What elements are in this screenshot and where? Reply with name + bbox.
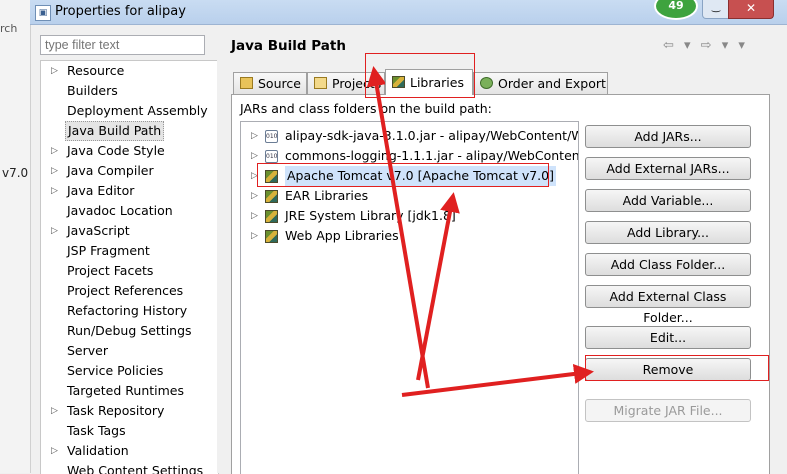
library-entry[interactable]: ▷ JRE System Library [jdk1.8] bbox=[241, 206, 578, 226]
tab-libraries[interactable]: Libraries bbox=[385, 69, 473, 95]
tab-libraries-label: Libraries bbox=[410, 75, 464, 90]
tab-order-and-export-label: Order and Export bbox=[498, 76, 606, 91]
library-entry-label: JRE System Library [jdk1.8] bbox=[285, 208, 456, 223]
expand-arrow-icon[interactable]: ▷ bbox=[251, 206, 258, 226]
library-entry-label: Apache Tomcat v7.0 [Apache Tomcat v7.0] bbox=[285, 166, 556, 186]
nav-item-label: Task Tags bbox=[67, 423, 126, 438]
nav-item-label: Server bbox=[67, 343, 108, 358]
close-button[interactable]: ✕ bbox=[728, 0, 774, 19]
library-icon bbox=[265, 190, 278, 203]
order-export-icon bbox=[480, 77, 493, 89]
library-entry[interactable]: ▷ 010 commons-logging-1.1.1.jar - alipay/W… bbox=[241, 146, 578, 166]
nav-item-label: Java Build Path bbox=[65, 121, 165, 141]
nav-item-label: Builders bbox=[67, 83, 118, 98]
edit-button[interactable]: Edit... bbox=[585, 326, 751, 349]
properties-window-icon: ▣ bbox=[35, 5, 51, 21]
nav-item-label: Java Editor bbox=[67, 183, 135, 198]
library-icon bbox=[265, 210, 278, 223]
nav-item-label: Refactoring History bbox=[67, 303, 188, 318]
expand-arrow-icon[interactable]: ▷ bbox=[251, 226, 258, 246]
projects-folder-icon bbox=[314, 77, 327, 89]
expand-arrow-icon[interactable]: ▷ bbox=[51, 61, 61, 81]
nav-item-label: Targeted Runtimes bbox=[67, 383, 184, 398]
add-variable-button[interactable]: Add Variable... bbox=[585, 189, 751, 212]
library-icon bbox=[265, 170, 278, 183]
expand-arrow-icon[interactable]: ▷ bbox=[251, 146, 258, 166]
nav-item-label: Resource bbox=[67, 63, 125, 78]
nav-item-label: JSP Fragment bbox=[67, 243, 150, 258]
expand-arrow-icon[interactable]: ▷ bbox=[51, 401, 61, 421]
nav-item-label: Project References bbox=[67, 283, 184, 298]
add-external-jars-button[interactable]: Add External JARs... bbox=[585, 157, 751, 180]
library-entry-label: commons-logging-1.1.1.jar - alipay/WebCo… bbox=[285, 148, 579, 163]
nav-item-label: Project Facets bbox=[67, 263, 154, 278]
expand-arrow-icon[interactable]: ▷ bbox=[51, 181, 61, 201]
libraries-section-label: JARs and class folders on the build path… bbox=[240, 101, 492, 116]
nav-item-label: Javadoc Location bbox=[67, 203, 173, 218]
source-folder-icon bbox=[240, 77, 253, 89]
add-library-button[interactable]: Add Library... bbox=[585, 221, 751, 244]
nav-item-label: Validation bbox=[67, 443, 129, 458]
filter-input[interactable] bbox=[40, 35, 205, 55]
library-entry-label: EAR Libraries bbox=[285, 188, 369, 203]
expand-arrow-icon[interactable]: ▷ bbox=[251, 186, 258, 206]
expand-arrow-icon[interactable]: ▷ bbox=[251, 166, 258, 186]
expand-arrow-icon[interactable]: ▷ bbox=[51, 441, 61, 461]
jar-icon: 010 bbox=[265, 130, 278, 143]
nav-item-label: Service Policies bbox=[67, 363, 164, 378]
jar-icon: 010 bbox=[265, 150, 278, 163]
library-entry[interactable]: ▷ EAR Libraries bbox=[241, 186, 578, 206]
expand-arrow-icon[interactable]: ▷ bbox=[51, 221, 61, 241]
properties-nav-tree: ▷ Resource Builders Deployment Assembly Java… bbox=[40, 60, 219, 474]
background-window bbox=[0, 0, 31, 473]
tab-projects-label: Projects bbox=[332, 76, 382, 91]
background-search-fragment: rch bbox=[0, 22, 18, 35]
nav-item-label: Java Compiler bbox=[67, 163, 154, 178]
nav-item-label: Web Content Settings bbox=[67, 463, 204, 474]
expand-arrow-icon[interactable]: ▷ bbox=[51, 141, 61, 161]
tab-source-label: Source bbox=[258, 76, 301, 91]
tab-order-and-export[interactable]: Order and Export bbox=[473, 72, 608, 94]
panel-sash[interactable] bbox=[217, 60, 225, 473]
nav-item-label: Run/Debug Settings bbox=[67, 323, 192, 338]
tab-source[interactable]: Source bbox=[233, 72, 307, 94]
library-entry[interactable]: ▷ 010 alipay-sdk-java-3.1.0.jar - alipay/W… bbox=[241, 126, 578, 146]
nav-item-label: Java Code Style bbox=[67, 143, 165, 158]
library-entry-label: alipay-sdk-java-3.1.0.jar - alipay/WebCo… bbox=[285, 128, 579, 143]
nav-item-label: Task Repository bbox=[67, 403, 165, 418]
libraries-icon bbox=[392, 76, 405, 88]
add-jars-button[interactable]: Add JARs... bbox=[585, 125, 751, 148]
nav-item-label: Deployment Assembly bbox=[67, 103, 208, 118]
page-title: Java Build Path bbox=[231, 38, 346, 54]
library-icon bbox=[265, 230, 278, 243]
remove-button[interactable]: Remove bbox=[585, 358, 751, 381]
expand-arrow-icon[interactable]: ▷ bbox=[51, 161, 61, 181]
library-entry[interactable]: ▷ Web App Libraries bbox=[241, 226, 578, 246]
migrate-jar-file-button[interactable]: Migrate JAR File... bbox=[585, 399, 751, 422]
tab-projects[interactable]: Projects bbox=[307, 72, 385, 94]
build-path-tree: ▷ 010 alipay-sdk-java-3.1.0.jar - alipay/W… bbox=[240, 121, 579, 474]
library-entry-label: Web App Libraries bbox=[285, 228, 399, 243]
add-external-class-folder-button[interactable]: Add External Class Folder... bbox=[585, 285, 751, 325]
nav-item-label: JavaScript bbox=[67, 223, 130, 238]
expand-arrow-icon[interactable]: ▷ bbox=[251, 126, 258, 146]
add-class-folder-button[interactable]: Add Class Folder... bbox=[585, 253, 751, 276]
minimize-button[interactable]: ‿ bbox=[702, 0, 730, 19]
history-navigation-icons[interactable]: ⇦ ▾ ⇨ ▾ ▾ bbox=[663, 38, 748, 53]
window-title: Properties for alipay bbox=[55, 4, 186, 19]
background-version-fragment: v7.0 bbox=[2, 166, 29, 180]
library-entry[interactable]: ▷ Apache Tomcat v7.0 [Apache Tomcat v7.0] bbox=[241, 166, 578, 186]
